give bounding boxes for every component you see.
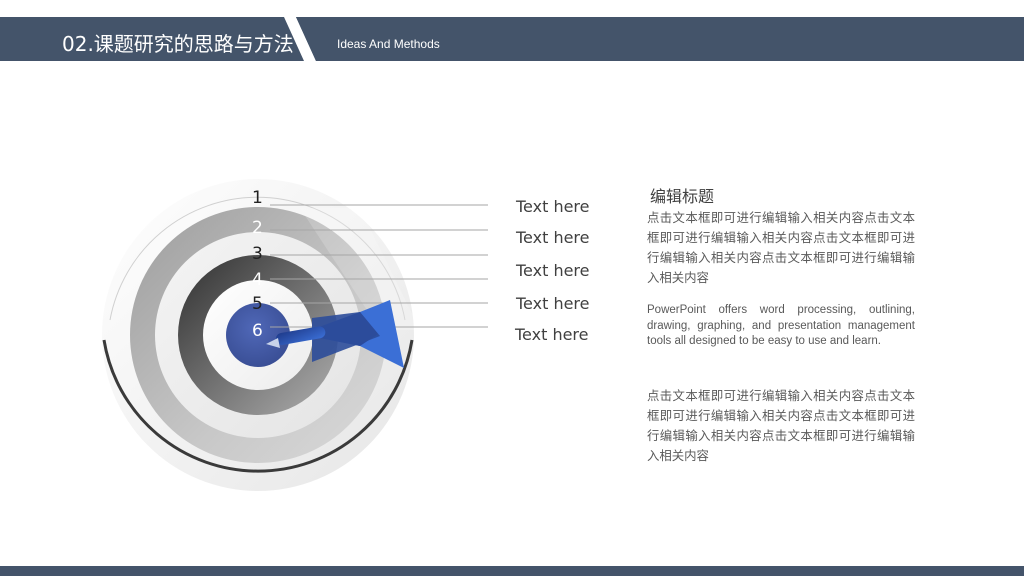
target-label-1: Text here: [516, 197, 590, 216]
content-heading: 编辑标题: [650, 187, 715, 206]
target-label-2: Text here: [516, 228, 590, 247]
ring-number-2: 2: [252, 218, 263, 238]
content-paragraph-2: 点击文本框即可进行编辑输入相关内容点击文本框即可进行编辑输入相关内容点击文本框即…: [647, 388, 915, 463]
target-graphic: [102, 179, 488, 491]
ring-number-4: 4: [252, 270, 263, 290]
footer-bar: [0, 566, 1024, 576]
ring-number-6: 6: [252, 321, 263, 341]
ring-number-5: 5: [252, 294, 263, 314]
ring-number-1: 1: [252, 188, 263, 208]
ring-number-3: 3: [252, 244, 263, 264]
target-label-3: Text here: [516, 261, 590, 280]
content-paragraph-1: 点击文本框即可进行编辑输入相关内容点击文本框即可进行编辑输入相关内容点击文本框即…: [647, 210, 915, 285]
target-label-4: Text here: [516, 294, 590, 313]
target-label-5: Text here: [515, 325, 589, 344]
content-paragraph-english: PowerPoint offers word processing, outli…: [647, 304, 915, 347]
